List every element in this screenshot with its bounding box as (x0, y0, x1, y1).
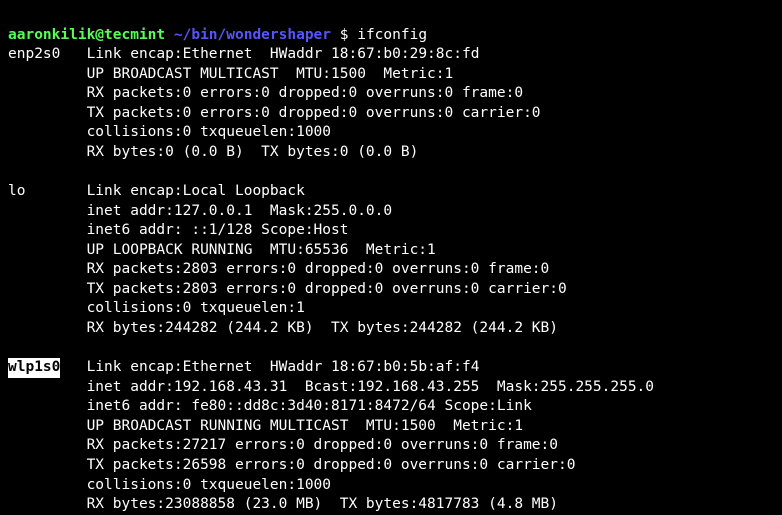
interface-line: TX packets:0 errors:0 dropped:0 overruns… (8, 104, 774, 124)
interface-block-lo: lo Link encap:Local Loopback inet addr:1… (8, 182, 774, 358)
interface-block-wlp1s0: wlp1s0 Link encap:Ethernet HWaddr 18:67:… (8, 358, 774, 515)
interface-line: RX packets:2803 errors:0 dropped:0 overr… (8, 260, 774, 280)
prompt-path: ~/bin/wondershaper (174, 27, 331, 43)
interface-line: Link encap:Ethernet HWaddr 18:67:b0:5b:a… (87, 359, 480, 375)
interface-line: UP BROADCAST MULTICAST MTU:1500 Metric:1 (8, 65, 774, 85)
interface-line: collisions:0 txqueuelen:1000 (8, 123, 774, 143)
terminal-output[interactable]: aaronkilik@tecmint ~/bin/wondershaper $ … (0, 0, 782, 515)
interface-line: RX packets:0 errors:0 dropped:0 overruns… (8, 84, 774, 104)
interface-block-enp2s0: enp2s0 Link encap:Ethernet HWaddr 18:67:… (8, 45, 774, 182)
interface-line: Link encap:Local Loopback (87, 183, 305, 199)
interface-line: UP BROADCAST RUNNING MULTICAST MTU:1500 … (8, 417, 774, 437)
interface-name: enp2s0 (8, 46, 60, 62)
interface-line: inet addr:127.0.0.1 Mask:255.0.0.0 (8, 202, 774, 222)
interface-line: RX packets:27217 errors:0 dropped:0 over… (8, 436, 774, 456)
interface-line: collisions:0 txqueuelen:1000 (8, 476, 774, 496)
interface-line: inet6 addr: ::1/128 Scope:Host (8, 221, 774, 241)
interface-line: TX packets:2803 errors:0 dropped:0 overr… (8, 280, 774, 300)
command-typed: ifconfig (357, 27, 427, 43)
interface-line: inet6 addr: fe80::dd8c:3d40:8171:8472/64… (8, 397, 774, 417)
interface-line: RX bytes:244282 (244.2 KB) TX bytes:2442… (8, 319, 774, 339)
interface-name: wlp1s0 (8, 358, 60, 378)
interface-line: inet addr:192.168.43.31 Bcast:192.168.43… (8, 378, 774, 398)
interface-line: UP LOOPBACK RUNNING MTU:65536 Metric:1 (8, 241, 774, 261)
interface-line: RX bytes:23088858 (23.0 MB) TX bytes:481… (8, 495, 774, 515)
interface-line: RX bytes:0 (0.0 B) TX bytes:0 (0.0 B) (8, 143, 774, 163)
interface-header: enp2s0 Link encap:Ethernet HWaddr 18:67:… (8, 45, 774, 65)
interface-line: Link encap:Ethernet HWaddr 18:67:b0:29:8… (87, 46, 480, 62)
prompt-line-1: aaronkilik@tecmint ~/bin/wondershaper $ … (8, 27, 427, 43)
interface-header: lo Link encap:Local Loopback (8, 182, 774, 202)
interface-line: collisions:0 txqueuelen:1 (8, 299, 774, 319)
interface-name: lo (8, 183, 25, 199)
prompt-user: aaronkilik@tecmint (8, 27, 165, 43)
interface-line: TX packets:26598 errors:0 dropped:0 over… (8, 456, 774, 476)
interface-header: wlp1s0 Link encap:Ethernet HWaddr 18:67:… (8, 358, 774, 378)
